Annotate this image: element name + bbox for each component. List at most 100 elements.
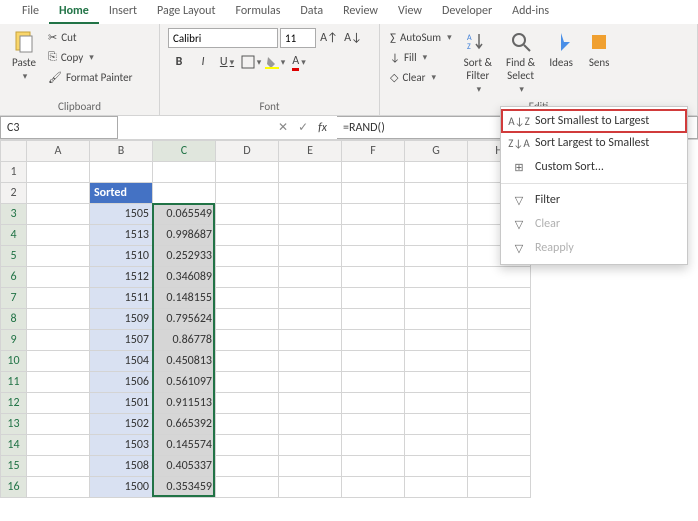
cell-G6[interactable] bbox=[405, 267, 468, 288]
cell-A10[interactable] bbox=[27, 351, 90, 372]
font-color-button[interactable]: A bbox=[288, 52, 310, 72]
cell-B16[interactable]: 1500 bbox=[90, 477, 153, 498]
tab-view[interactable]: View bbox=[388, 0, 432, 24]
cell-B6[interactable]: 1512 bbox=[90, 267, 153, 288]
cell-C6[interactable]: 0.346089 bbox=[153, 267, 216, 288]
cell-G15[interactable] bbox=[405, 456, 468, 477]
cell-C15[interactable]: 0.405337 bbox=[153, 456, 216, 477]
cell-D13[interactable] bbox=[216, 414, 279, 435]
cell-E10[interactable] bbox=[279, 351, 342, 372]
tab-developer[interactable]: Developer bbox=[432, 0, 502, 24]
row-header-8[interactable]: 8 bbox=[1, 309, 27, 330]
col-header-D[interactable]: D bbox=[216, 141, 279, 162]
cell-B2[interactable]: Sorted bbox=[90, 183, 153, 204]
cell-C10[interactable]: 0.450813 bbox=[153, 351, 216, 372]
cell-E6[interactable] bbox=[279, 267, 342, 288]
tab-addins[interactable]: Add-ins bbox=[502, 0, 559, 24]
cell-E14[interactable] bbox=[279, 435, 342, 456]
ideas-button[interactable]: Ideas bbox=[545, 28, 577, 71]
cell-E13[interactable] bbox=[279, 414, 342, 435]
cell-D6[interactable] bbox=[216, 267, 279, 288]
cancel-formula-icon[interactable]: ✕ bbox=[278, 120, 288, 135]
cell-D4[interactable] bbox=[216, 225, 279, 246]
cell-A9[interactable] bbox=[27, 330, 90, 351]
cell-G14[interactable] bbox=[405, 435, 468, 456]
cell-B15[interactable]: 1508 bbox=[90, 456, 153, 477]
cell-H16[interactable] bbox=[468, 477, 531, 498]
decrease-font-icon[interactable]: A↓ bbox=[342, 28, 364, 48]
cell-G10[interactable] bbox=[405, 351, 468, 372]
cell-H14[interactable] bbox=[468, 435, 531, 456]
tab-pagelayout[interactable]: Page Layout bbox=[147, 0, 225, 24]
cell-C1[interactable] bbox=[153, 162, 216, 183]
cell-G7[interactable] bbox=[405, 288, 468, 309]
cell-A16[interactable] bbox=[27, 477, 90, 498]
cell-C12[interactable]: 0.911513 bbox=[153, 393, 216, 414]
col-header-A[interactable]: A bbox=[27, 141, 90, 162]
cell-H9[interactable] bbox=[468, 330, 531, 351]
row-header-6[interactable]: 6 bbox=[1, 267, 27, 288]
cell-D3[interactable] bbox=[216, 204, 279, 225]
cell-A11[interactable] bbox=[27, 372, 90, 393]
cell-F3[interactable] bbox=[342, 204, 405, 225]
cell-F13[interactable] bbox=[342, 414, 405, 435]
bold-button[interactable]: B bbox=[168, 52, 190, 72]
name-box[interactable]: C3 bbox=[0, 116, 118, 139]
cell-D2[interactable] bbox=[216, 183, 279, 204]
sort-largest-to-smallest[interactable]: Z↓A Sort Largest to Smallest bbox=[501, 131, 687, 155]
cell-D11[interactable] bbox=[216, 372, 279, 393]
row-header-16[interactable]: 16 bbox=[1, 477, 27, 498]
cell-G4[interactable] bbox=[405, 225, 468, 246]
paste-button[interactable]: Paste bbox=[8, 28, 40, 84]
cell-G9[interactable] bbox=[405, 330, 468, 351]
custom-sort[interactable]: ⊞ Custom Sort... bbox=[501, 155, 687, 179]
cell-A12[interactable] bbox=[27, 393, 90, 414]
cell-A8[interactable] bbox=[27, 309, 90, 330]
cell-E7[interactable] bbox=[279, 288, 342, 309]
cell-F12[interactable] bbox=[342, 393, 405, 414]
cell-B8[interactable]: 1509 bbox=[90, 309, 153, 330]
tab-review[interactable]: Review bbox=[333, 0, 388, 24]
cell-B4[interactable]: 1513 bbox=[90, 225, 153, 246]
cell-E8[interactable] bbox=[279, 309, 342, 330]
cell-H13[interactable] bbox=[468, 414, 531, 435]
cell-A3[interactable] bbox=[27, 204, 90, 225]
cell-B3[interactable]: 1505 bbox=[90, 204, 153, 225]
cell-H15[interactable] bbox=[468, 456, 531, 477]
cell-E9[interactable] bbox=[279, 330, 342, 351]
italic-button[interactable]: I bbox=[192, 52, 214, 72]
cell-B14[interactable]: 1503 bbox=[90, 435, 153, 456]
cell-A5[interactable] bbox=[27, 246, 90, 267]
cell-D8[interactable] bbox=[216, 309, 279, 330]
clear-button[interactable]: ◇ Clear bbox=[388, 68, 454, 86]
cell-H11[interactable] bbox=[468, 372, 531, 393]
cell-E11[interactable] bbox=[279, 372, 342, 393]
cell-G5[interactable] bbox=[405, 246, 468, 267]
row-header-7[interactable]: 7 bbox=[1, 288, 27, 309]
cell-F15[interactable] bbox=[342, 456, 405, 477]
cell-G16[interactable] bbox=[405, 477, 468, 498]
cell-A7[interactable] bbox=[27, 288, 90, 309]
cell-H8[interactable] bbox=[468, 309, 531, 330]
tab-insert[interactable]: Insert bbox=[99, 0, 147, 24]
row-header-3[interactable]: 3 bbox=[1, 204, 27, 225]
cell-F10[interactable] bbox=[342, 351, 405, 372]
cell-A2[interactable] bbox=[27, 183, 90, 204]
row-header-4[interactable]: 4 bbox=[1, 225, 27, 246]
cell-G11[interactable] bbox=[405, 372, 468, 393]
cell-D14[interactable] bbox=[216, 435, 279, 456]
sensitivity-button[interactable]: Sens bbox=[583, 28, 615, 71]
cell-C4[interactable]: 0.998687 bbox=[153, 225, 216, 246]
cell-A4[interactable] bbox=[27, 225, 90, 246]
cell-F4[interactable] bbox=[342, 225, 405, 246]
sort-smallest-to-largest[interactable]: A↓Z Sort Smallest to Largest bbox=[501, 109, 687, 133]
cell-E3[interactable] bbox=[279, 204, 342, 225]
cell-D1[interactable] bbox=[216, 162, 279, 183]
cell-G1[interactable] bbox=[405, 162, 468, 183]
cell-G2[interactable] bbox=[405, 183, 468, 204]
cell-B5[interactable]: 1510 bbox=[90, 246, 153, 267]
col-header-E[interactable]: E bbox=[279, 141, 342, 162]
cell-E16[interactable] bbox=[279, 477, 342, 498]
row-header-15[interactable]: 15 bbox=[1, 456, 27, 477]
sort-filter-button[interactable]: AZ Sort & Filter bbox=[460, 28, 496, 97]
